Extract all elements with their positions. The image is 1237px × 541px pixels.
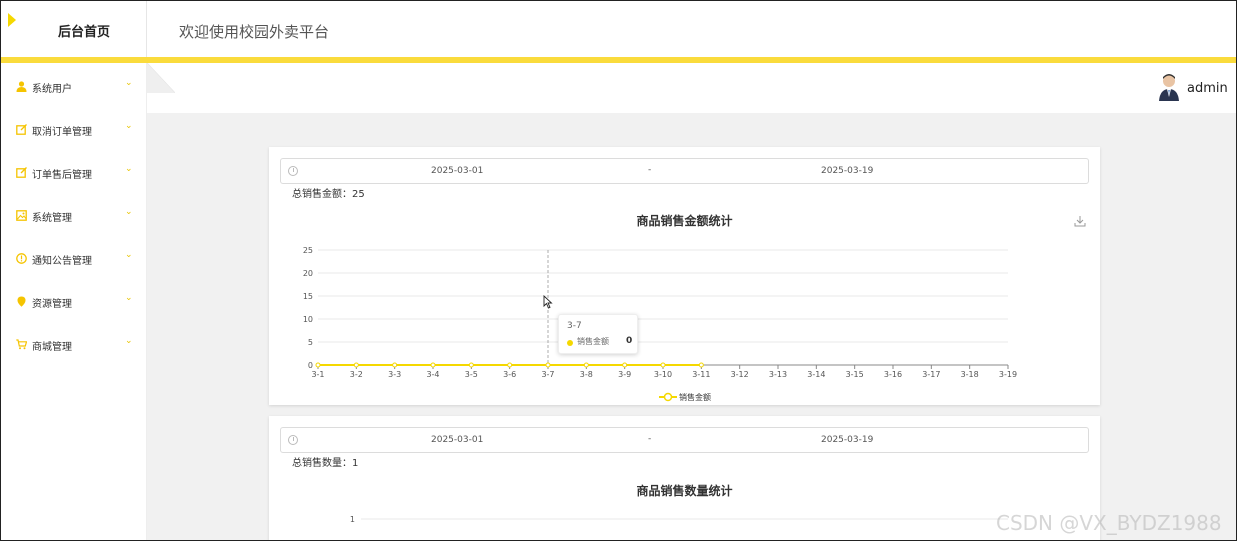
clock-icon [288, 435, 298, 445]
sidebar-item-label: 商城管理 [32, 342, 72, 353]
app-window: 后台首页 欢迎使用校园外卖平台 admin 系统用户 ⌄ 取消订单管理 ⌄ 订单… [0, 0, 1237, 541]
date-separator: - [648, 165, 652, 175]
end-date-input[interactable]: 2025-03-19 [821, 166, 873, 176]
sales-quantity-card: 2025-03-01 - 2025-03-19 总销售数量：1 商品销售数量统计 [269, 416, 1100, 540]
sub-header-bar [147, 63, 1236, 113]
sidebar-item-notices[interactable]: 通知公告管理 ⌄ [1, 245, 147, 275]
sidebar-item-label: 通知公告管理 [32, 256, 92, 267]
chart-title: 商品销售数量统计 [636, 484, 733, 498]
date-range-picker[interactable]: 2025-03-01 - 2025-03-19 [280, 158, 1089, 184]
date-separator: - [648, 434, 652, 444]
chevron-down-icon: ⌄ [125, 207, 133, 217]
download-icon[interactable] [1074, 215, 1086, 227]
site-title: 欢迎使用校园外卖平台 [179, 23, 330, 41]
order-icon [16, 124, 27, 135]
sidebar-item-label: 取消订单管理 [32, 127, 92, 138]
sidebar-item-label: 系统用户 [32, 84, 72, 95]
sidebar-item-system-management[interactable]: 系统管理 ⌄ [1, 202, 147, 232]
chart-title: 商品销售金额统计 [636, 214, 733, 228]
sidebar-item-after-sales[interactable]: 订单售后管理 ⌄ [1, 159, 147, 189]
chevron-down-icon: ⌄ [125, 121, 133, 131]
clock-icon [288, 166, 298, 176]
mouse-cursor-icon [543, 295, 553, 309]
chevron-down-icon: ⌄ [125, 336, 133, 346]
chevron-down-icon: ⌄ [125, 293, 133, 303]
username[interactable]: admin [1187, 81, 1228, 96]
chart-tooltip: 3-7 销售金额 0 [558, 314, 638, 354]
sidebar-item-label: 系统管理 [32, 213, 72, 224]
sidebar-item-label: 订单售后管理 [32, 170, 92, 181]
info-icon [16, 253, 27, 264]
date-range-picker[interactable]: 2025-03-01 - 2025-03-19 [280, 427, 1089, 453]
cart-icon [16, 339, 27, 350]
sidebar-item-cancel-orders[interactable]: 取消订单管理 ⌄ [1, 116, 147, 146]
brand-title[interactable]: 后台首页 [1, 21, 167, 40]
chevron-down-icon: ⌄ [125, 250, 133, 260]
sidebar-item-mall[interactable]: 商城管理 ⌄ [1, 331, 147, 361]
tooltip-value: 0 [626, 336, 633, 346]
start-date-input[interactable]: 2025-03-01 [431, 435, 483, 445]
chevron-down-icon: ⌄ [125, 164, 133, 174]
sidebar-toggle-icon[interactable] [147, 63, 175, 93]
sidebar-item-label: 资源管理 [32, 299, 72, 310]
tooltip-series-name: 销售金额 [577, 337, 609, 346]
image-icon [16, 210, 27, 221]
sidebar-item-resources[interactable]: 资源管理 ⌄ [1, 288, 147, 318]
sales-amount-card: 2025-03-01 - 2025-03-19 总销售金额：25 商品销售金额统… [269, 147, 1100, 405]
avatar[interactable] [1158, 73, 1180, 101]
total-sales-quantity: 总销售数量：1 [292, 458, 359, 469]
location-icon [17, 296, 26, 307]
order-icon [16, 167, 27, 178]
tooltip-title: 3-7 [567, 321, 582, 331]
end-date-input[interactable]: 2025-03-19 [821, 435, 873, 445]
sidebar: 系统用户 ⌄ 取消订单管理 ⌄ 订单售后管理 ⌄ 系统管理 ⌄ 通知公告管理 ⌄… [1, 63, 147, 540]
top-header: 后台首页 欢迎使用校园外卖平台 [1, 1, 1236, 57]
total-sales-amount: 总销售金额：25 [292, 189, 365, 200]
watermark: CSDN @VX_BYDZ1988 [996, 511, 1222, 535]
start-date-input[interactable]: 2025-03-01 [431, 166, 483, 176]
sidebar-item-system-users[interactable]: 系统用户 ⌄ [1, 73, 147, 103]
tooltip-series-dot [567, 340, 573, 346]
user-icon [16, 81, 27, 92]
chevron-down-icon: ⌄ [125, 78, 133, 88]
brand-area[interactable]: 后台首页 [1, 1, 147, 57]
